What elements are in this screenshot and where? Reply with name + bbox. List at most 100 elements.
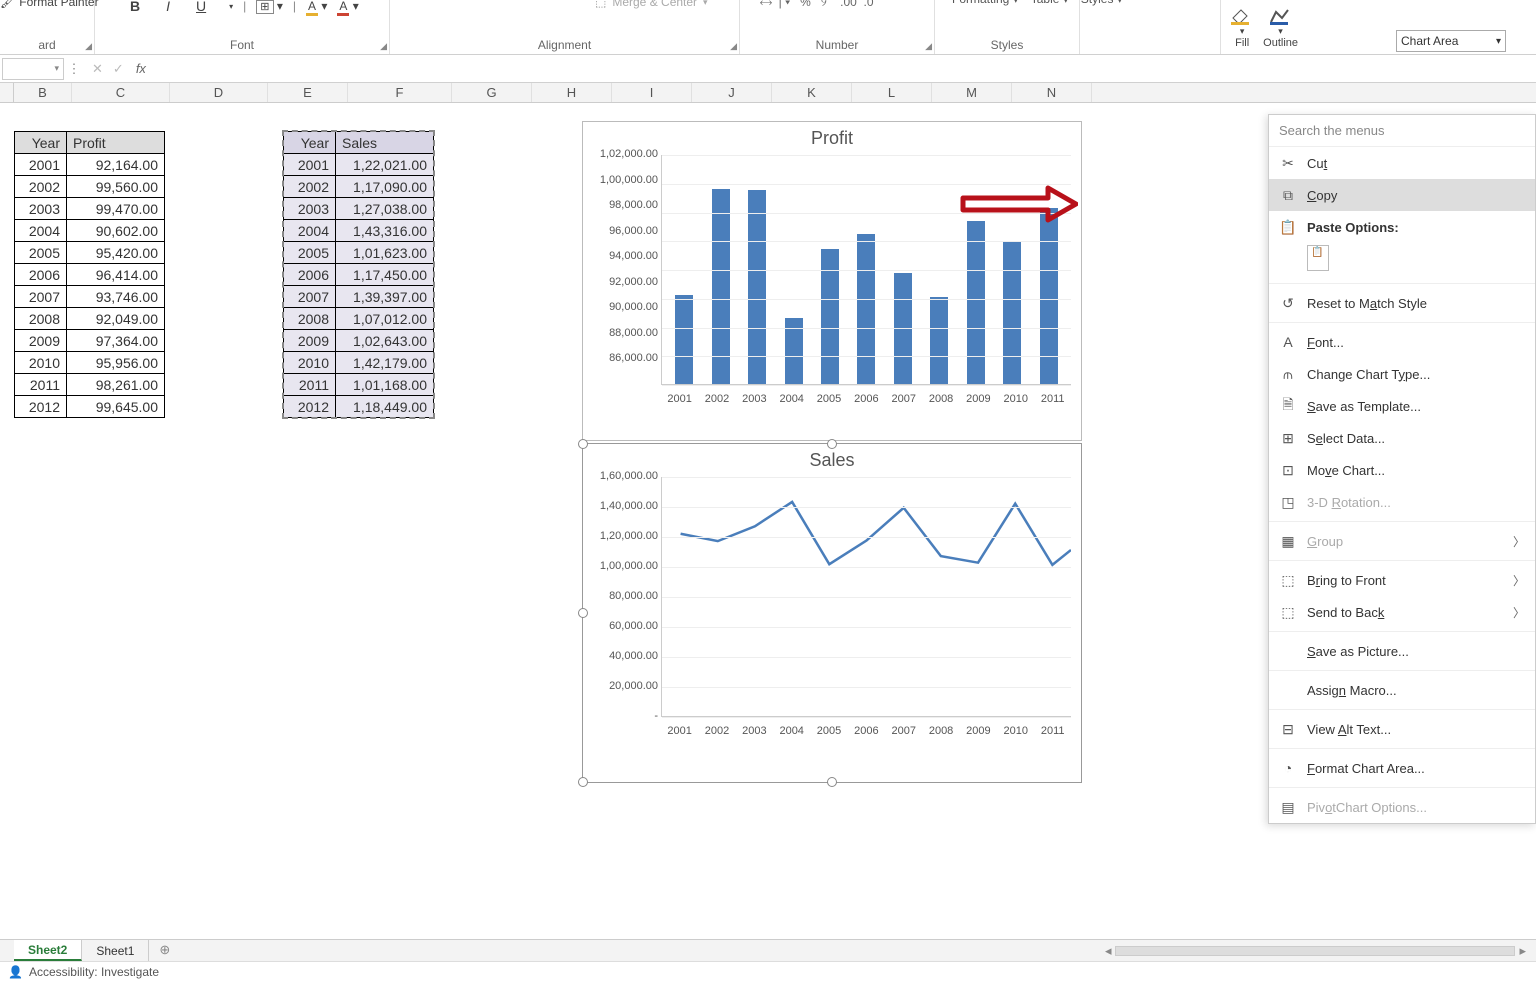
menu-item-reset-to-match-style[interactable]: ↺Reset to Match Style	[1269, 287, 1535, 319]
profit-chart[interactable]: Profit 1,02,000.001,00,000.0098,000.0096…	[582, 121, 1082, 441]
blank-icon	[1279, 642, 1297, 660]
menu-item-label: Font...	[1307, 335, 1344, 350]
context-menu: Search the menus ✂Cut ⧉ Copy 📋Paste Options…	[1268, 114, 1536, 824]
col-header[interactable]: J	[692, 83, 772, 102]
group-icon: ▦	[1279, 532, 1297, 550]
menu-item-label: Save as Picture...	[1307, 644, 1409, 659]
sheet-tab[interactable]: Sheet1	[82, 940, 149, 961]
dialog-launcher-icon[interactable]: ◢	[730, 41, 737, 52]
col-header[interactable]: F	[348, 83, 452, 102]
horizontal-scrollbar[interactable]: ◂ ▸	[1105, 940, 1536, 961]
fmt-icon: ◔	[1279, 759, 1297, 777]
sheet-tab-active[interactable]: Sheet2	[14, 940, 82, 961]
chart-icon: ⫙	[1279, 365, 1297, 383]
shape-outline-button[interactable]: ▾Outline	[1263, 6, 1298, 49]
col-header[interactable]: E	[268, 83, 348, 102]
menu-item-bring-to-front[interactable]: ⬚Bring to Front〉	[1269, 564, 1535, 596]
movechart-icon: ⊡	[1279, 461, 1297, 479]
chart-element-selector[interactable]: Chart Area ▾	[1396, 30, 1506, 52]
sales-plot-area[interactable]: 1,60,000.001,40,000.001,20,000.001,00,00…	[661, 477, 1071, 717]
clipboard-group: ard◢	[0, 0, 95, 54]
sales-table[interactable]: YearSales20011,22,021.0020021,17,090.002…	[283, 131, 434, 418]
menu-item-label: View Alt Text...	[1307, 722, 1391, 737]
x-axis-labels: 2001200220032004200520062007200820092010…	[583, 391, 1081, 409]
col-header[interactable]: N	[1012, 83, 1092, 102]
sales-chart[interactable]: Sales 1,60,000.001,40,000.001,20,000.001…	[582, 443, 1082, 783]
alignment-group: Alignment◢	[390, 0, 740, 54]
copy-icon: ⧉	[1279, 186, 1297, 204]
reset-icon: ↺	[1279, 294, 1297, 312]
menu-item-label: Send to Back	[1307, 605, 1384, 620]
menu-item-select-data-[interactable]: ⊞ Select Data...	[1269, 422, 1535, 454]
menu-item-view-alt-text-[interactable]: ⊟ View Alt Text...	[1269, 713, 1535, 745]
menu-item-group: ▦Group〉	[1269, 525, 1535, 557]
annotation-arrow-icon	[958, 184, 1078, 224]
col-header[interactable]: H	[532, 83, 612, 102]
shape-tools: ▾Fill ▾Outline	[1220, 0, 1306, 54]
accessibility-status[interactable]: Accessibility: Investigate	[29, 965, 159, 979]
menu-item-cut[interactable]: ✂Cut	[1269, 147, 1535, 179]
column-headers[interactable]: B C D E F G H I J K L M N	[0, 83, 1536, 103]
menu-item-label: Cut	[1307, 156, 1327, 171]
menu-item-label: Copy	[1307, 188, 1337, 203]
accessibility-icon[interactable]: 👤	[8, 965, 23, 979]
chart-element-label: Chart Area	[1401, 34, 1458, 48]
y-axis-labels: 1,02,000.001,00,000.0098,000.0096,000.00…	[588, 148, 658, 378]
col-header[interactable]: K	[772, 83, 852, 102]
menu-item-assign-macro-[interactable]: Assign Macro...	[1269, 674, 1535, 706]
menu-item-label: PivotChart Options...	[1307, 800, 1427, 815]
profit-table[interactable]: YearProfit200192,164.00200299,560.002003…	[14, 131, 165, 418]
col-header[interactable]: M	[932, 83, 1012, 102]
menu-item-save-as-picture-[interactable]: Save as Picture...	[1269, 635, 1535, 667]
paste-icon: 📋	[1279, 218, 1297, 236]
menu-search-input[interactable]: Search the menus	[1269, 115, 1535, 147]
menu-item-send-to-back[interactable]: ⬚Send to Back〉	[1269, 596, 1535, 628]
menu-item-move-chart-[interactable]: ⊡Move Chart...	[1269, 454, 1535, 486]
menu-item-format-chart-area-[interactable]: ◔ Format Chart Area...	[1269, 752, 1535, 784]
menu-item-label: Select Data...	[1307, 431, 1385, 446]
menu-item-label: 3-D Rotation...	[1307, 495, 1391, 510]
col-header[interactable]: C	[72, 83, 170, 102]
col-header[interactable]: L	[852, 83, 932, 102]
cancel-icon[interactable]: ✕	[92, 61, 103, 77]
new-sheet-button[interactable]: ⊕	[149, 940, 180, 961]
menu-item-change-chart-type-[interactable]: ⫙ Change Chart Type...	[1269, 358, 1535, 390]
y-axis-labels: 1,60,000.001,40,000.001,20,000.001,00,00…	[588, 470, 658, 740]
chevron-right-icon: 〉	[1513, 604, 1525, 621]
menu-item-label: Save as Template...	[1307, 399, 1421, 414]
menu-item-paste-options-[interactable]: 📋Paste Options:	[1269, 211, 1535, 243]
blank-icon	[1279, 681, 1297, 699]
menu-item-save-as-template-[interactable]: 🗎Save as Template...	[1269, 390, 1535, 422]
sheet-tabs: Sheet2 Sheet1 ⊕ ◂ ▸	[0, 939, 1536, 961]
chevron-right-icon: 〉	[1513, 572, 1525, 589]
col-header[interactable]: I	[612, 83, 692, 102]
enter-icon[interactable]: ✓	[113, 61, 124, 77]
menu-item-pivotchart-options-: ▤PivotChart Options...	[1269, 791, 1535, 823]
ribbon: 🖌 Format Painter B I U ▾ | ⊞ ▾ | A ▾ A ▾…	[0, 0, 1536, 55]
menu-item-copy[interactable]: ⧉ Copy	[1269, 179, 1535, 211]
col-header[interactable]: D	[170, 83, 268, 102]
outline-label: Outline	[1263, 37, 1298, 49]
shape-fill-button[interactable]: ▾Fill	[1229, 6, 1255, 49]
font-icon: A	[1279, 333, 1297, 351]
menu-item-label: Format Chart Area...	[1307, 761, 1425, 776]
alttext-icon: ⊟	[1279, 720, 1297, 738]
menu-item-font-[interactable]: A Font...	[1269, 326, 1535, 358]
name-box[interactable]: ▾	[2, 58, 64, 80]
dialog-launcher-icon[interactable]: ◢	[85, 41, 92, 52]
col-header[interactable]: B	[14, 83, 72, 102]
styles-group: Styles	[935, 0, 1080, 54]
dialog-launcher-icon[interactable]: ◢	[925, 41, 932, 52]
seldata-icon: ⊞	[1279, 429, 1297, 447]
fx-icon[interactable]: fx	[132, 61, 146, 76]
col-header[interactable]: G	[452, 83, 532, 102]
menu-item-label: Assign Macro...	[1307, 683, 1397, 698]
front-icon: ⬚	[1279, 571, 1297, 589]
menu-item-label: Change Chart Type...	[1307, 367, 1430, 382]
menu-item--d-rotation-: ◳ 3-D Rotation...	[1269, 486, 1535, 518]
number-group: Number◢	[740, 0, 935, 54]
dialog-launcher-icon[interactable]: ◢	[380, 41, 387, 52]
paste-option-icon[interactable]: 📋	[1307, 245, 1329, 271]
cube-icon: ◳	[1279, 493, 1297, 511]
chevron-right-icon: 〉	[1513, 533, 1525, 550]
